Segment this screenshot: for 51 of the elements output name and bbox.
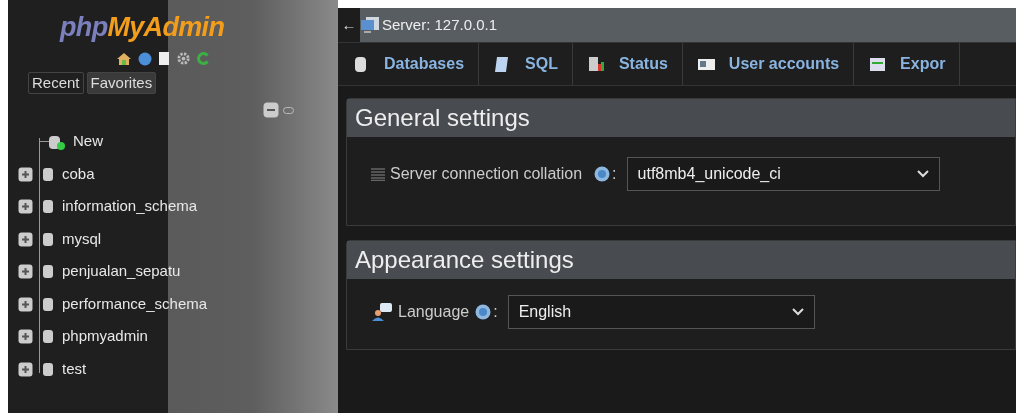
section-heading: General settings	[355, 103, 530, 133]
server-icon	[360, 16, 380, 34]
section-heading: Appearance settings	[355, 245, 574, 275]
menu-tab[interactable]: Status	[572, 43, 683, 85]
select-field[interactable]: utf8mb4_unicode_ci	[626, 157, 940, 191]
colon-text: :	[493, 302, 498, 322]
database-icon	[41, 329, 55, 344]
database-icon	[41, 199, 55, 214]
database-link[interactable]: information_schema	[62, 195, 198, 218]
field-label: Server connection collation	[390, 164, 583, 184]
database-link[interactable]: New	[73, 130, 103, 153]
database-icon	[41, 264, 55, 279]
lines-icon	[371, 167, 385, 181]
nav-tab[interactable]: Recent	[28, 72, 84, 94]
document-icon[interactable]	[158, 51, 170, 66]
colon-text: :	[612, 164, 617, 184]
database-icon	[41, 296, 55, 312]
expand-icon[interactable]	[18, 199, 33, 214]
database-link[interactable]: performance_schema	[62, 292, 208, 316]
back-button[interactable]: ←	[338, 8, 360, 42]
settings-icon[interactable]	[176, 51, 191, 66]
database-link[interactable]: phpmyadmin	[62, 325, 148, 348]
home-icon[interactable]	[116, 51, 132, 66]
database-link[interactable]: test	[62, 357, 87, 381]
menu-tab[interactable]: SQL	[479, 43, 573, 85]
chevron-down-icon	[791, 308, 804, 316]
database-link[interactable]: penjualan_sepatu	[62, 260, 181, 283]
logo[interactable]: phpMyAdmin	[60, 14, 338, 41]
nav-tab[interactable]: Favorites	[86, 72, 157, 94]
menu-tab[interactable]: User accounts	[682, 43, 855, 85]
field-label: Language	[398, 302, 470, 322]
person-speech-icon	[371, 302, 393, 322]
expand-icon[interactable]	[18, 166, 33, 182]
database-icon	[41, 361, 55, 377]
database-link[interactable]: coba	[62, 162, 95, 186]
expand-icon[interactable]	[18, 329, 33, 344]
menu-tab[interactable]: Databases	[338, 43, 480, 85]
sheet-icon	[868, 55, 887, 73]
expand-icon[interactable]	[18, 231, 33, 247]
breadcrumb-link[interactable]: Server: 127.0.0.1	[382, 13, 498, 37]
database-link[interactable]: mysql	[62, 227, 102, 251]
database-icon	[41, 231, 55, 247]
expand-icon[interactable]	[18, 361, 33, 377]
expand-icon[interactable]	[18, 264, 33, 279]
chart-icon	[586, 55, 605, 73]
expand-icon[interactable]	[18, 296, 33, 312]
database-icon	[41, 166, 55, 182]
new-database-icon[interactable]	[48, 133, 66, 150]
select-field[interactable]: English	[507, 295, 815, 329]
menu-tab[interactable]: Expor	[854, 43, 961, 85]
chevron-down-icon	[916, 170, 929, 178]
